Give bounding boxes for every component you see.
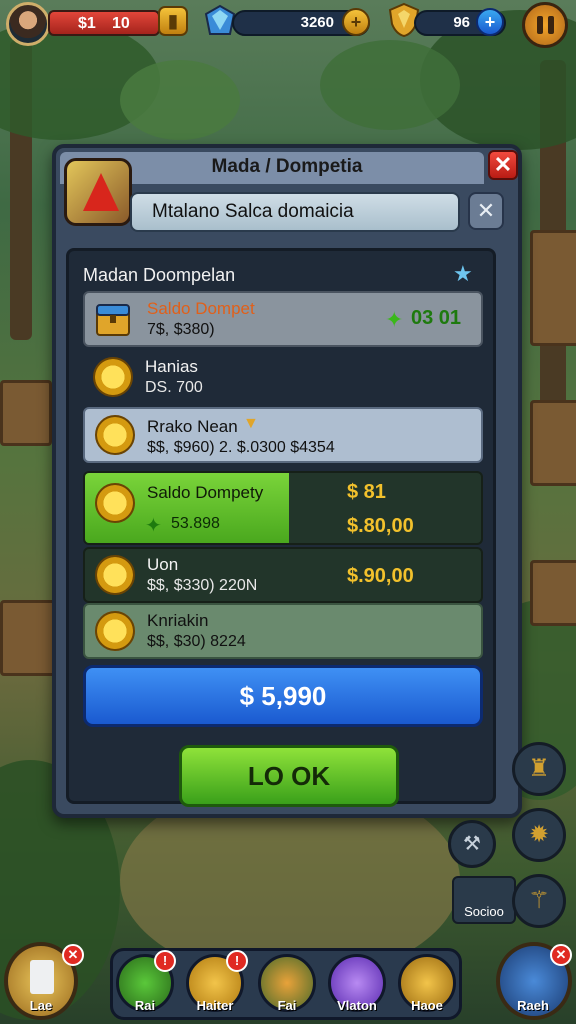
star-icon: ★ [453,261,473,286]
row-amount-secondary: $.80,00 [347,515,414,537]
torch-button[interactable]: ♜ [512,742,566,796]
shovel-button[interactable]: ⚒ [448,820,496,868]
gem-icon [204,4,236,36]
nav-label-shop: Raeh [517,998,549,1013]
gem-green-icon: ✦ [145,515,162,537]
notification-badge: ! [226,950,248,972]
nav-label-haiter: Haiter [196,998,234,1013]
gear-icon[interactable]: ✹ [512,808,566,862]
search-input[interactable]: Mtalano Salca domaicia [130,192,460,232]
shields-add-button[interactable]: + [476,8,504,36]
list-item-selected[interactable]: Saldo Dompety ✦ 53.898 $ 81 $.80,00 [83,471,483,545]
panel-title: Madan Doompelan [83,265,236,285]
list-item[interactable]: Hanias DS. 700 [83,349,483,405]
hero-portrait-icon [64,158,132,226]
health-bar: $1 10 [48,10,160,36]
nav-label-vlaton: Vlaton [337,998,377,1013]
row-title: Knriakin [147,611,209,630]
notification-badge: ✕ [550,944,572,966]
row-title: Hanias [145,357,198,376]
total-amount-button[interactable]: $ 5,990 [83,665,483,727]
row-subtitle: $$, $960) 2. $.0300 $4354 [147,439,335,456]
shields-value: 96 [453,14,470,31]
gems-add-button[interactable]: + [342,8,370,36]
notification-badge: ✕ [62,944,84,966]
social-label: Socioo [464,904,504,919]
nav-label-home: Lae [29,998,53,1013]
list-item[interactable]: Saldo Dompet 7$, $380) ✦ 03 01 [83,291,483,347]
row-title: Saldo Dompety [147,483,264,502]
wallet-panel: Madan Doompelan ★ Saldo Dompet 7$, $380)… [66,248,496,807]
coin-icon [95,483,135,523]
coin-icon [93,357,133,397]
list-item[interactable]: Uon $$, $330) 220N $.90,00 [83,547,483,603]
row-amount: 03 01 [411,307,462,329]
gem-green-icon: ✦ [385,307,404,332]
row-subtitle: DS. 700 [145,379,203,396]
ok-button[interactable]: LO OK [179,745,399,807]
health-add-button[interactable]: ▮ [158,6,188,36]
social-panel[interactable]: Socioo [452,876,516,924]
row-subtitle: $$, $30) 8224 [147,633,246,650]
row-subtitle: 53.898 [171,515,220,532]
health-value: $1 [78,15,96,32]
top-hud: $1 10 ▮ 3260 + 96 + [0,0,576,52]
notification-badge: ! [154,950,176,972]
coin-icon [95,555,135,595]
close-button[interactable]: ✕ [488,150,518,180]
coin-icon [95,415,135,455]
search-clear-button[interactable]: ✕ [468,192,504,230]
pause-button[interactable] [522,2,568,48]
list-item[interactable]: Rrako Nean ▼ $$, $960) 2. $.0300 $4354 [83,407,483,463]
row-subtitle: 7$, $380) [147,321,215,338]
nav-label-haoe: Haoe [411,998,443,1013]
house-icon [30,960,54,994]
health-max: 10 [112,15,130,32]
coin-icon [95,611,135,651]
row-amount: $.90,00 [347,565,414,587]
list-item[interactable]: Knriakin $$, $30) 8224 [83,603,483,659]
row-title: Rrako Nean [147,417,238,436]
medal-icon: ▼ [243,415,259,432]
feather-button[interactable]: ⚚ [512,874,566,928]
nav-label-rai: Rai [134,998,156,1013]
chest-icon [93,299,133,339]
row-amount: $ 81 [347,481,386,503]
gems-value: 3260 [300,14,334,31]
row-title: Uon [147,555,179,574]
row-subtitle: $$, $330) 220N [147,577,258,594]
nav-label-fai: Fai [277,998,297,1013]
shield-icon [388,2,420,38]
row-title: Saldo Dompet [147,299,255,318]
wallet-dialog: Mada / Dompetia ✕ Mtalano Salca domaicia… [52,144,522,818]
player-avatar[interactable] [6,2,50,46]
